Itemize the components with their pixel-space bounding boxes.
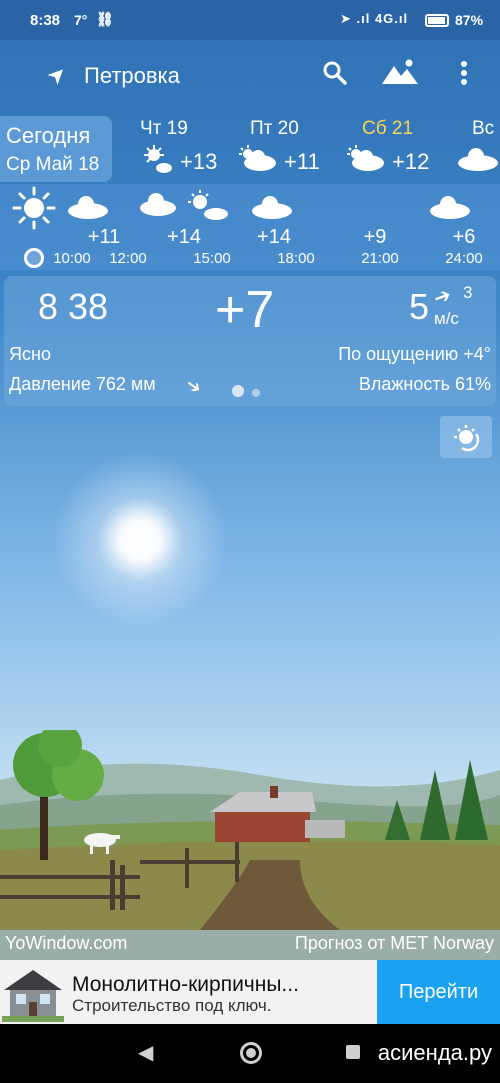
day-saturday[interactable]: Сб 21 +12 (346, 118, 429, 180)
wind-unit: м/с (434, 309, 459, 328)
signal-icon: ➤ .ıl 4G.ıl (340, 11, 409, 26)
sun-icon (12, 186, 56, 235)
yowindow-link[interactable]: YoWindow.com (5, 933, 127, 954)
day-name: Чт 19 (140, 118, 188, 139)
battery-percent: 87% (455, 12, 484, 28)
hour-time: 21:00 (361, 250, 399, 267)
landscape-illustration (0, 723, 500, 930)
day-friday[interactable]: Пт 20 +11 (238, 118, 320, 180)
search-icon[interactable] (322, 60, 348, 93)
hour-time: 12:00 (109, 250, 147, 267)
page-indicator (232, 384, 268, 402)
ad-banner[interactable]: Монолитно-кирпичны... Строительство под … (0, 960, 500, 1024)
location-arrow-icon[interactable]: ➤ (42, 59, 73, 90)
ad-title: Монолитно-кирпичны... (72, 973, 299, 996)
current-time-indicator (24, 248, 44, 268)
today-label: Сегодня (6, 123, 91, 148)
humidity: Влажность 61% (358, 374, 491, 394)
hour-temp: +14 (167, 226, 201, 248)
system-navigation-bar: ◀ асиенда.ру (0, 1024, 500, 1083)
hour-temp: +11 (87, 226, 121, 248)
ad-subtitle: Строительство под ключ. (72, 996, 272, 1015)
landscape-icon[interactable] (382, 58, 418, 86)
page-dot (252, 389, 260, 397)
today-date: Ср Май 18 (6, 154, 100, 175)
cloud-icon (66, 194, 110, 225)
day-name: Вс (472, 118, 495, 139)
cloud-sun-icon (238, 145, 278, 179)
sun-cloud-icon (140, 143, 174, 181)
day-name: Сб 21 (362, 118, 414, 139)
current-temperature: +7 (215, 281, 275, 339)
location-name[interactable]: Петровка (84, 63, 180, 89)
hour-temp: +9 (363, 226, 387, 248)
wind-speed: 5 (409, 286, 430, 327)
recent-apps-icon[interactable] (346, 1045, 360, 1059)
today-tab[interactable]: Сегодня Ср Май 18 (0, 116, 112, 182)
feels-like: По ощущению +4° (338, 344, 491, 364)
hour-time: 15:00 (193, 250, 231, 267)
home-icon[interactable] (240, 1042, 262, 1064)
day-name: Пт 20 (250, 118, 299, 139)
back-icon[interactable]: ◀ (138, 1040, 153, 1065)
camera-view-button[interactable] (440, 416, 492, 458)
link-icon: ⛓ (96, 11, 114, 27)
forecast-provider[interactable]: Прогноз от MET Norway (295, 933, 494, 954)
cloud-sun-icon (138, 188, 230, 227)
status-bar: 8:38 7° ⛓ ➤ .ıl 4G.ıl 87% (0, 0, 500, 40)
cloud-icon (428, 194, 472, 225)
app-footer: YoWindow.com Прогноз от MET Norway (0, 930, 500, 960)
current-time: 8 38 (38, 286, 109, 327)
hour-time: 24:00 (445, 250, 483, 267)
cloud-icon (250, 194, 294, 225)
cloud-icon (456, 146, 500, 178)
battery-icon (425, 14, 449, 27)
cloud-sun-icon (346, 145, 386, 179)
day-sunday[interactable]: Вс (456, 118, 500, 180)
hour-temp: +14 (257, 226, 291, 248)
wind-gust: 3 (463, 283, 473, 302)
status-time: 8:38 (30, 12, 61, 29)
day-thursday[interactable]: Чт 19 +13 (140, 118, 217, 180)
ad-go-button[interactable]: Перейти (377, 960, 500, 1024)
day-temp: +12 (392, 149, 430, 174)
pressure: Давление 762 мм (9, 374, 156, 394)
page-dot-active (232, 385, 244, 397)
more-menu-icon[interactable] (460, 60, 468, 86)
day-temp: +11 (284, 149, 320, 174)
ad-house-image (2, 964, 64, 1022)
hour-time: 18:00 (277, 250, 315, 267)
hour-time: 10:00 (53, 250, 91, 267)
hour-temp: +6 (452, 226, 476, 248)
status-temperature: 7° (74, 12, 88, 28)
condition-text: Ясно (9, 344, 51, 364)
day-temp: +13 (180, 149, 218, 174)
sun-glow (40, 440, 240, 640)
watermark: асиенда.ру (377, 1040, 492, 1065)
